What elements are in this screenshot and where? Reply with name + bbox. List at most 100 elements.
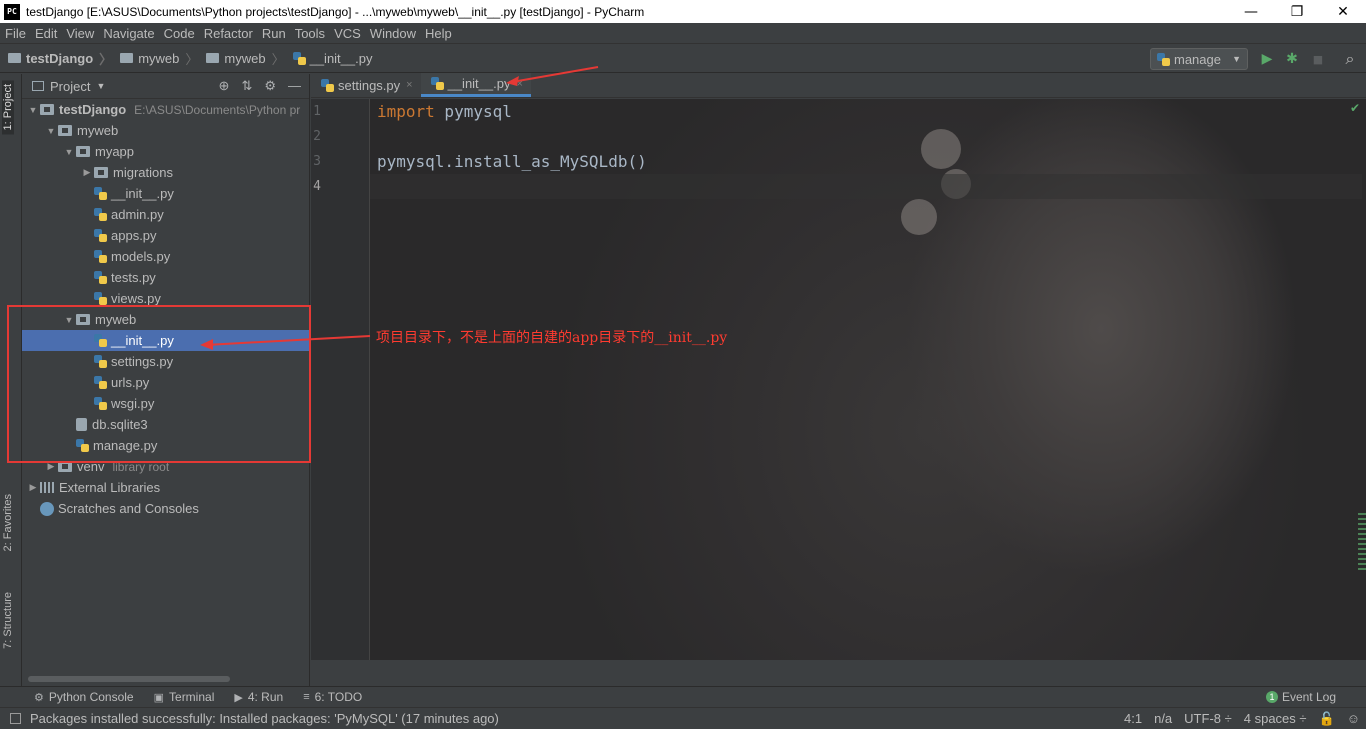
- collapse-all-icon[interactable]: ⇅: [241, 78, 252, 94]
- tree-item[interactable]: views.py: [22, 288, 309, 309]
- tree-item[interactable]: models.py: [22, 246, 309, 267]
- horizontal-scrollbar[interactable]: [28, 676, 230, 682]
- search-icon[interactable]: ⌕: [1341, 49, 1359, 68]
- minimize-button[interactable]: —: [1228, 0, 1274, 23]
- menu-help[interactable]: Help: [420, 26, 456, 41]
- menu-run[interactable]: Run: [257, 26, 290, 41]
- tree-item[interactable]: ▼ testDjango E:\ASUS\Documents\Python pr: [22, 99, 309, 120]
- menu-window[interactable]: Window: [365, 26, 420, 41]
- tree-item[interactable]: ▼ myapp: [22, 141, 309, 162]
- tree-item[interactable]: wsgi.py: [22, 393, 309, 414]
- tree-item-label: testDjango: [59, 102, 127, 117]
- chevron-right-icon[interactable]: ▶: [44, 461, 58, 472]
- menu-tools[interactable]: Tools: [290, 26, 329, 41]
- stop-icon[interactable]: ■: [1309, 50, 1327, 68]
- tree-item[interactable]: __init__.py: [22, 330, 309, 351]
- tab-init-py[interactable]: __init__.py ×: [420, 73, 531, 97]
- tool-todo[interactable]: ≡ 6: TODO: [303, 690, 362, 704]
- gear-icon[interactable]: ⚙: [264, 78, 276, 94]
- chevron-down-icon[interactable]: ▼: [44, 126, 58, 136]
- run-configuration-select[interactable]: manage ▼: [1150, 48, 1248, 70]
- annotation-note: 项目目录下，不是上面的自建的app目录下的__init__.py: [376, 330, 728, 346]
- debug-icon[interactable]: ✱: [1283, 50, 1301, 68]
- status-bar: Packages installed successfully: Install…: [0, 707, 1366, 729]
- tree-item[interactable]: ▶ migrations: [22, 162, 309, 183]
- breadcrumb-label: testDjango: [26, 50, 94, 66]
- tree-item[interactable]: ▶ External Libraries: [22, 477, 309, 498]
- breadcrumb-label: __init__.py: [309, 50, 373, 66]
- chevron-down-icon[interactable]: ▼: [62, 315, 76, 325]
- line-number-gutter: 1 2 3 4: [311, 99, 370, 660]
- code-line-current[interactable]: [370, 174, 1362, 199]
- lock-icon[interactable]: 🔓: [1319, 711, 1335, 727]
- tool-python-console[interactable]: ⚙ Python Console: [34, 690, 134, 704]
- code-editor[interactable]: 1 2 3 4 import pymysql pymysql.install_a…: [311, 99, 1366, 660]
- file-encoding[interactable]: UTF-8 ÷: [1184, 711, 1232, 726]
- menu-navigate[interactable]: Navigate: [98, 26, 158, 41]
- tool-terminal[interactable]: ▣ Terminal: [154, 690, 215, 704]
- hide-panel-icon[interactable]: —: [288, 78, 301, 94]
- window-title: testDjango [E:\ASUS\Documents\Python pro…: [26, 4, 645, 19]
- tree-item-label: Scratches and Consoles: [58, 501, 199, 516]
- project-panel-title[interactable]: Project: [50, 79, 90, 94]
- tree-item[interactable]: settings.py: [22, 351, 309, 372]
- line-separator-status[interactable]: n/a: [1154, 711, 1172, 726]
- tool-label: 4: Run: [247, 690, 284, 704]
- tree-item[interactable]: apps.py: [22, 225, 309, 246]
- menu-view[interactable]: View: [61, 26, 98, 41]
- chevron-down-icon[interactable]: ▼: [26, 105, 40, 115]
- inspector-icon[interactable]: ☺: [1347, 711, 1360, 726]
- indent-setting[interactable]: 4 spaces ÷: [1244, 711, 1307, 726]
- python-file-icon: [94, 376, 107, 389]
- menu-vcs[interactable]: VCS: [329, 26, 365, 41]
- chevron-down-icon[interactable]: ▼: [96, 81, 105, 91]
- tree-item[interactable]: manage.py: [22, 435, 309, 456]
- python-file-icon: [321, 78, 334, 92]
- tree-item[interactable]: ▼ myweb: [22, 120, 309, 141]
- tool-windows-toggle-icon[interactable]: [10, 713, 21, 724]
- event-log-button[interactable]: 1 Event Log: [1265, 690, 1336, 704]
- status-message[interactable]: Packages installed successfully: Install…: [30, 711, 499, 726]
- chevron-right-icon[interactable]: ▶: [26, 482, 40, 493]
- code-line[interactable]: import pymysql: [377, 99, 1362, 124]
- code-area[interactable]: import pymysql pymysql.install_as_MySQLd…: [370, 99, 1362, 199]
- tree-item[interactable]: __init__.py: [22, 183, 309, 204]
- tool-tab-project[interactable]: 1: Project: [2, 80, 14, 135]
- library-icon: [40, 482, 54, 493]
- menu-file[interactable]: File: [0, 26, 30, 41]
- breadcrumb-dir1[interactable]: myweb 〉: [120, 49, 198, 68]
- tree-item[interactable]: admin.py: [22, 204, 309, 225]
- close-icon[interactable]: ×: [406, 79, 412, 91]
- tool-tab-structure[interactable]: 7: Structure: [2, 592, 14, 649]
- tab-settings-py[interactable]: settings.py ×: [311, 73, 421, 97]
- run-icon[interactable]: ▶: [1258, 50, 1276, 68]
- locate-file-icon[interactable]: ⊕: [219, 78, 230, 94]
- close-button[interactable]: ✕: [1320, 0, 1366, 23]
- restore-button[interactable]: ❐: [1274, 0, 1320, 23]
- tree-item[interactable]: tests.py: [22, 267, 309, 288]
- caret-position[interactable]: 4:1: [1124, 711, 1142, 726]
- menu-code[interactable]: Code: [159, 26, 199, 41]
- code-line[interactable]: [377, 124, 1362, 149]
- breadcrumb-file[interactable]: __init__.py: [292, 50, 373, 66]
- tree-item[interactable]: urls.py: [22, 372, 309, 393]
- tool-label: 6: TODO: [314, 690, 363, 704]
- close-icon[interactable]: ×: [516, 78, 522, 90]
- code-line[interactable]: pymysql.install_as_MySQLdb(): [377, 149, 1362, 174]
- tree-item[interactable]: ▶ venv library root: [22, 456, 309, 477]
- tree-item[interactable]: db.sqlite3: [22, 414, 309, 435]
- tree-item-note: E:\ASUS\Documents\Python pr: [134, 102, 301, 117]
- chevron-right-icon[interactable]: ▶: [80, 167, 94, 178]
- tool-run[interactable]: ▶ 4: Run: [234, 690, 283, 704]
- menu-refactor[interactable]: Refactor: [199, 26, 257, 41]
- menu-edit[interactable]: Edit: [30, 26, 61, 41]
- chevron-down-icon[interactable]: ▼: [62, 147, 76, 157]
- tool-tab-favorites[interactable]: 2: Favorites: [2, 494, 14, 551]
- tree-item-label: External Libraries: [59, 480, 161, 495]
- tree-item[interactable]: Scratches and Consoles: [22, 498, 309, 519]
- breadcrumb-dir2[interactable]: myweb 〉: [206, 49, 285, 68]
- python-file-icon: [94, 334, 107, 347]
- breadcrumb-project[interactable]: testDjango 〉: [8, 49, 112, 68]
- tree-item[interactable]: ▼ myweb: [22, 309, 309, 330]
- breadcrumb-label: myweb: [138, 50, 180, 66]
